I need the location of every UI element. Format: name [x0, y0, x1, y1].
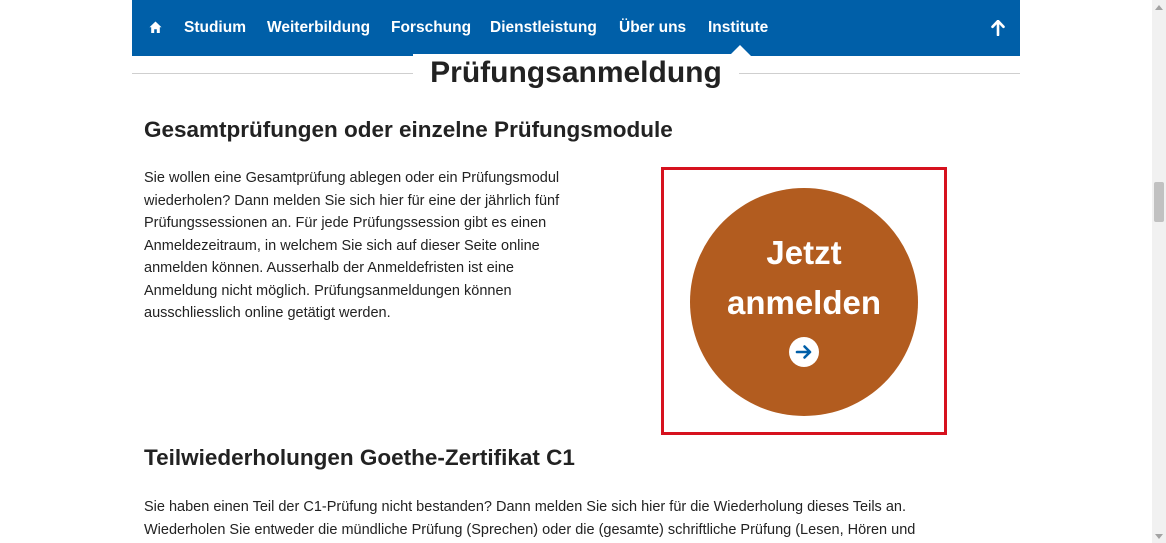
paragraph-line: wiederholen? Dann melden Sie sich hier f…	[144, 192, 560, 209]
paragraph-line: Sie wollen eine Gesamtprüfung ablegen od…	[144, 170, 560, 186]
nav-item-dienstleistung[interactable]: Dienstleistung	[490, 18, 597, 38]
vertical-scrollbar[interactable]	[1152, 0, 1166, 543]
arrow-up-icon[interactable]	[988, 18, 1008, 38]
scrollbar-thumb[interactable]	[1154, 182, 1164, 222]
paragraph-line: Anmeldezeitraum, in welchem Sie sich auf…	[144, 237, 540, 254]
nav-item-ueber-uns[interactable]: Über uns	[619, 18, 686, 38]
arrow-right-circle-icon	[789, 337, 819, 367]
paragraph-line: Wiederholen Sie entweder die mündliche P…	[144, 521, 916, 538]
nav-item-studium[interactable]: Studium	[184, 18, 246, 38]
scroll-up-arrow-icon[interactable]	[1152, 0, 1166, 14]
nav-item-institute[interactable]: Institute	[708, 18, 768, 38]
paragraph-line: Prüfungssessionen an. Für jede Prüfungss…	[144, 215, 547, 231]
nav-item-forschung[interactable]: Forschung	[391, 18, 471, 38]
paragraph-line: anmelden können. Ausserhalb der Anmeldef…	[144, 260, 514, 276]
paragraph-line: Sie haben einen Teil der C1-Prüfung nich…	[144, 499, 906, 515]
section-2-paragraph: Sie haben einen Teil der C1-Prüfung nich…	[144, 496, 915, 541]
paragraph-line: Anmeldung nicht möglich. Prüfungsanmeldu…	[144, 282, 512, 299]
main-navigation: Studium Weiterbildung Forschung Dienstle…	[132, 0, 1020, 56]
scroll-down-arrow-icon[interactable]	[1152, 529, 1166, 543]
title-divider-left	[132, 73, 413, 74]
section-heading-gesamtpruefungen: Gesamtprüfungen oder einzelne Prüfungsmo…	[144, 117, 673, 142]
cta-label-line1: Jetzt	[766, 234, 842, 271]
page-title: Prüfungsanmeldung	[413, 54, 739, 94]
section-1-paragraph: Sie wollen eine Gesamtprüfung ablegen od…	[144, 167, 559, 325]
cta-label-line2: anmelden	[726, 284, 882, 321]
section-heading-teilwiederholungen: Teilwiederholungen Goethe-Zertifikat C1	[144, 445, 575, 470]
paragraph-line: ausschliesslich online getätigt werden.	[144, 305, 391, 321]
title-divider-right	[739, 73, 1020, 74]
register-now-button[interactable]: Jetzt anmelden	[690, 188, 918, 416]
home-icon[interactable]	[146, 17, 164, 37]
nav-item-weiterbildung[interactable]: Weiterbildung	[267, 18, 370, 38]
